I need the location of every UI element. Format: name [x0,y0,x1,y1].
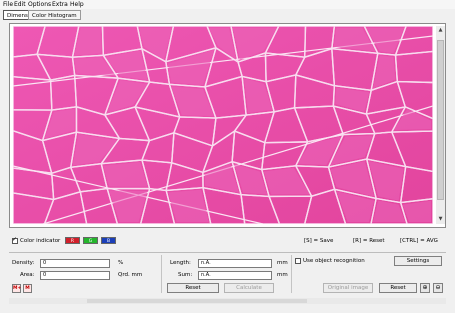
scroll-down-icon[interactable]: ▼ [436,215,445,224]
memory-plus-button[interactable]: M+ [12,284,21,293]
object-recognition-label: Use object recognition [303,258,365,264]
calculate-button[interactable]: Calculate [224,283,274,293]
microscope-image [13,26,433,224]
status-row: Color indicator R G B [S] = Save [R] = R… [9,235,446,247]
green-channel-chip[interactable]: G [83,237,98,244]
tab-color-histogram[interactable]: Color Histogram [28,10,81,20]
color-indicator-checkbox[interactable] [12,236,18,244]
save-hint: [S] = Save [304,238,334,244]
object-recognition-checkbox[interactable] [295,258,301,264]
length-unit: mm [277,260,288,266]
recognition-reset-button[interactable]: Reset [379,283,417,293]
menu-edit[interactable]: Edit [14,1,26,8]
status-strip-thumb [87,299,307,303]
scrollbar-thumb[interactable] [437,40,444,200]
reset-hint: [R] = Reset [353,238,385,244]
zoom-in-icon[interactable]: ⊕ [420,283,430,293]
divider [161,255,162,293]
cell-fill [103,162,148,187]
length-label: Length: [170,260,191,266]
area-unit: Qrd. mm [118,272,143,278]
length-field[interactable]: n.A. [198,259,272,268]
measurement-panel: Density: 0 % Area: 0 Qrd. mm M+ M Length… [9,252,446,297]
menu-bar: File Edit Options Extra Help [0,0,455,9]
density-field[interactable]: 0 [40,259,110,268]
menu-help[interactable]: Help [70,1,84,8]
zoom-out-icon[interactable]: ⊖ [433,283,443,293]
sum-field[interactable]: n.A. [198,271,272,280]
area-field[interactable]: 0 [40,271,110,280]
settings-button[interactable]: Settings [394,256,442,266]
density-label: Density: [12,260,35,266]
status-strip [9,298,446,304]
red-channel-chip[interactable]: R [65,237,80,244]
original-image-button[interactable]: Original image [323,283,373,293]
density-unit: % [118,260,124,266]
length-reset-button[interactable]: Reset [167,283,219,293]
color-indicator-label: Color indicator [20,238,61,244]
blue-channel-chip[interactable]: B [101,237,116,244]
toolbar: Dimension Color Histogram [0,9,455,23]
memory-button[interactable]: M [23,284,32,293]
sum-label: Sum: [178,272,193,278]
tissue-image[interactable] [13,26,433,224]
vertical-scrollbar[interactable]: ▲ ▼ [436,26,445,224]
menu-extra[interactable]: Extra [52,1,68,8]
area-label: Area: [20,272,35,278]
avg-hint: [CTRL] = AVG [400,238,438,244]
menu-file[interactable]: File [3,1,13,8]
sum-unit: mm [277,272,288,278]
divider [291,255,292,293]
scroll-up-icon[interactable]: ▲ [436,26,445,35]
menu-options[interactable]: Options [28,1,51,8]
